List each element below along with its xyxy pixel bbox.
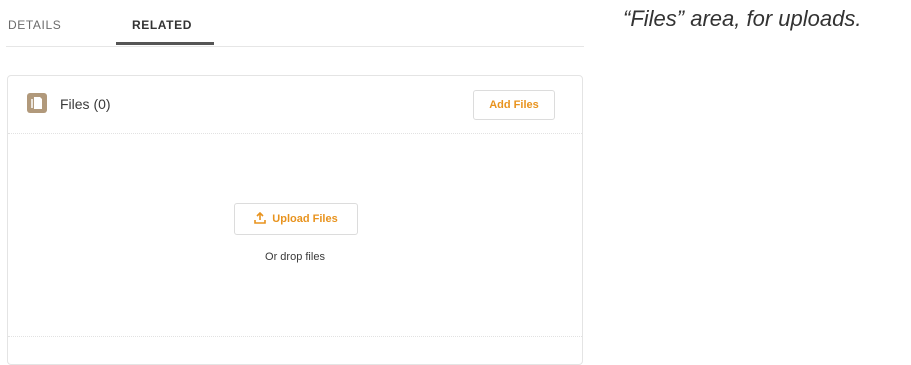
tab-bar: DETAILS RELATED	[6, 0, 584, 47]
upload-files-label: Upload Files	[272, 213, 338, 225]
tab-related[interactable]: RELATED	[132, 18, 192, 32]
upload-files-button[interactable]: Upload Files	[234, 203, 358, 235]
caption-text: “Files” area, for uploads.	[623, 6, 862, 31]
upload-icon	[254, 211, 267, 227]
file-drop-zone[interactable]: Upload Files Or drop files	[8, 134, 582, 337]
tab-details[interactable]: DETAILS	[8, 18, 61, 32]
active-tab-indicator	[116, 42, 214, 45]
files-card-header: Files (0) Add Files	[8, 76, 582, 134]
files-title: Files (0)	[60, 96, 111, 112]
files-card: Files (0) Add Files Upload Files Or drop…	[7, 75, 583, 365]
add-files-button[interactable]: Add Files	[473, 90, 555, 120]
drop-files-hint: Or drop files	[265, 251, 325, 263]
document-icon	[27, 93, 47, 113]
